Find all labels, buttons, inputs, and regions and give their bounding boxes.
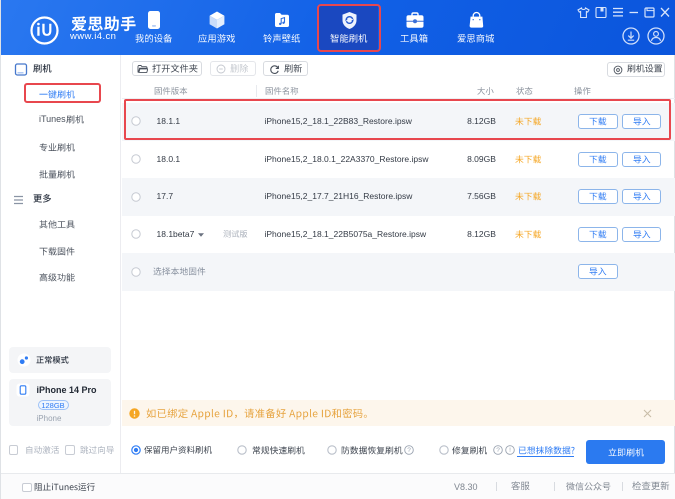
svg-text:?: ? (407, 448, 411, 455)
svg-text:!: ! (509, 448, 511, 455)
svg-text:?: ? (496, 448, 500, 455)
